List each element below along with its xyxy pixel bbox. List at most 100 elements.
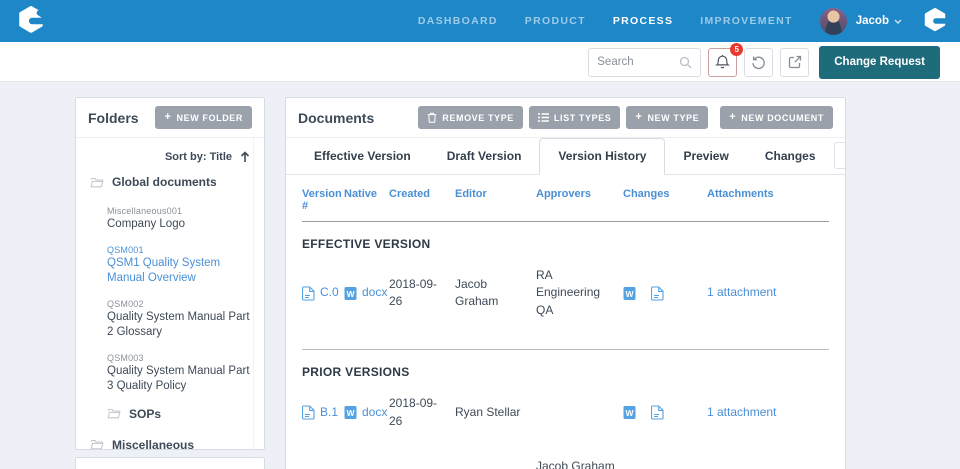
section-divider	[302, 349, 829, 351]
version-link[interactable]: B.1	[320, 404, 338, 421]
document-code: Miscellaneous001	[107, 206, 183, 216]
sort-ascending-icon	[240, 151, 250, 163]
document-code: QSM001	[107, 244, 144, 255]
column-header-editor: Editor	[455, 188, 487, 200]
approver: RA	[536, 268, 553, 282]
change-request-button[interactable]: Change Request	[819, 45, 940, 79]
document-code: QSM003	[107, 352, 144, 363]
word-file-icon[interactable]: W	[623, 405, 636, 420]
folders-panel-title: Folders	[88, 109, 139, 126]
approver: Jacob Graham	[536, 458, 615, 469]
changes-cell: W	[623, 405, 707, 420]
document-item-qsm001[interactable]: QSM001 QSM1 Quality System Manual Overvie…	[107, 245, 250, 286]
attachments-link[interactable]: 1 attachment	[707, 405, 776, 419]
svg-text:W: W	[625, 289, 634, 299]
folder-tree: Global documents Miscellaneous001 Company …	[76, 173, 264, 450]
created-cell: 2018-09-26	[389, 396, 438, 428]
svg-text:W: W	[346, 289, 355, 299]
folder-label: Miscellaneous	[112, 437, 195, 450]
document-item-qsm002[interactable]: QSM002 Quality System Manual Part 2 Gloss…	[107, 299, 250, 340]
chevron-down-icon[interactable]	[894, 19, 902, 24]
notifications-button[interactable]: 5	[708, 42, 744, 77]
version-row-b-0: B.0Wdocx2018-08-31Jacob GrahamJacob Grah…	[302, 444, 829, 469]
nav-menu: DASHBOARD PRODUCT PROCESS IMPROVEMENT Ja…	[418, 7, 950, 35]
external-link-button[interactable]	[780, 47, 810, 77]
user-name[interactable]: Jacob	[856, 15, 889, 27]
download-effective-button[interactable]: Download Effective	[833, 142, 845, 169]
folder-icon	[90, 177, 104, 188]
plus-icon: +	[729, 111, 737, 123]
sort-control[interactable]: Sort by: Title	[76, 138, 264, 173]
tab-preview[interactable]: Preview	[665, 139, 746, 174]
section-title-prior-versions: PRIOR VERSIONS	[302, 365, 410, 380]
new-folder-button[interactable]: + NEW FOLDER	[155, 106, 252, 129]
folder-item-global-documents[interactable]: Global documents	[90, 175, 264, 189]
approver: QA	[536, 302, 554, 317]
list-types-button[interactable]: LIST TYPES	[528, 106, 621, 129]
approver: Engineering	[536, 285, 601, 300]
word-file-icon[interactable]: W	[623, 286, 636, 301]
column-header-approvers: Approvers	[536, 188, 592, 200]
folders-scrollbar[interactable]	[253, 138, 264, 449]
column-header-native: Native	[344, 188, 378, 200]
search-input[interactable]	[597, 56, 680, 68]
nav-item-dashboard[interactable]: DASHBOARD	[418, 15, 498, 27]
search-box	[588, 47, 702, 77]
history-icon	[751, 55, 766, 70]
word-file-icon: W	[344, 286, 357, 301]
external-link-icon	[788, 55, 802, 69]
changes-cell: W	[623, 286, 707, 301]
version-cell: C.0	[302, 284, 344, 301]
tab-effective-version[interactable]: Effective Version	[296, 139, 429, 174]
folder-icon	[90, 439, 104, 449]
native-link[interactable]: docx	[362, 284, 387, 301]
pdf-file-icon[interactable]	[651, 286, 664, 301]
version-table-header: Version # Native Created Editor Approver…	[302, 175, 829, 222]
version-row-b-1: B.1 Wdocx 2018-09-26 Ryan Stellar W 1 attachm…	[302, 381, 829, 444]
editor-cell: Jacob Graham	[455, 276, 499, 309]
folder-item-miscellaneous[interactable]: Miscellaneous	[90, 437, 264, 450]
version-link[interactable]: C.0	[320, 284, 339, 301]
new-document-button[interactable]: + NEW DOCUMENT	[720, 106, 833, 129]
folder-item-sops[interactable]: SOPs	[107, 407, 264, 421]
user-avatar[interactable]	[819, 7, 847, 35]
svg-text:W: W	[625, 408, 634, 418]
document-code: QSM002	[107, 298, 144, 309]
nav-item-product[interactable]: PRODUCT	[525, 15, 586, 27]
attachments-cell: 1 attachment	[707, 404, 829, 421]
notification-badge: 5	[730, 42, 744, 56]
sort-label: Sort by: Title	[164, 151, 232, 163]
tab-changes[interactable]: Changes	[747, 139, 834, 174]
remove-type-button[interactable]: REMOVE TYPE	[418, 106, 523, 129]
tab-version-history[interactable]: Version History	[539, 138, 666, 175]
approvers-cell: Jacob GrahamRAQAEngineering	[536, 458, 623, 469]
svg-text:W: W	[346, 408, 355, 418]
column-header-created: Created	[389, 188, 430, 200]
column-header-attachments: Attachments	[707, 188, 774, 200]
document-item-qsm003[interactable]: QSM003 Quality System Manual Part 3 Quali…	[107, 353, 250, 394]
search-icon	[679, 56, 692, 69]
native-link[interactable]: docx	[362, 404, 387, 421]
nav-item-process[interactable]: PROCESS	[613, 15, 673, 27]
document-title: Quality System Manual Part 3 Quality Pol…	[107, 364, 250, 392]
document-title: QSM1 Quality System Manual Overview	[107, 256, 221, 284]
document-item-miscellaneous001[interactable]: Miscellaneous001 Company Logo	[107, 206, 250, 232]
folders-panel: Folders + NEW FOLDER Sort by: Title Glob…	[75, 97, 265, 450]
version-row-c-0: C.0 Wdocx 2018-09-26 Jacob Graham RA Engineer…	[302, 253, 829, 333]
folder-icon	[107, 408, 121, 419]
created-cell: 2018-09-26	[389, 276, 438, 309]
trash-icon	[427, 112, 437, 123]
history-button[interactable]	[744, 47, 774, 77]
native-cell: Wdocx	[344, 284, 389, 301]
app-logo-secondary-icon[interactable]	[922, 8, 950, 34]
pdf-file-icon[interactable]	[651, 405, 664, 420]
pdf-file-icon	[302, 405, 315, 420]
document-tabs: Effective Version Draft Version Version …	[286, 138, 845, 175]
section-title-effective-version: EFFECTIVE VERSION	[302, 237, 431, 251]
new-type-button[interactable]: + NEW TYPE	[626, 106, 709, 129]
app-logo-icon[interactable]	[16, 6, 49, 36]
nav-item-improvement[interactable]: IMPROVEMENT	[700, 15, 792, 27]
document-title: Quality System Manual Part 2 Glossary	[107, 310, 250, 338]
tab-draft-version[interactable]: Draft Version	[429, 139, 540, 174]
attachments-link[interactable]: 1 attachment	[707, 285, 776, 299]
